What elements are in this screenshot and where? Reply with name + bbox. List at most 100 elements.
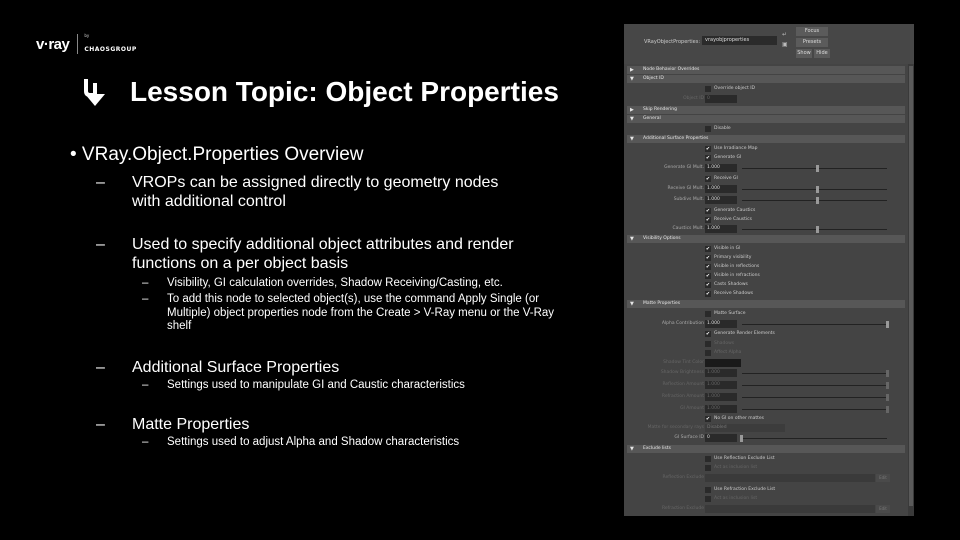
generate-render-elements-checkbox[interactable]: ✔ xyxy=(705,331,711,337)
generate-gi-checkbox[interactable]: ✔ xyxy=(705,155,711,161)
attribute-editor-panel: VRayObjectProperties: vrayobjproperties … xyxy=(624,24,914,516)
object-id-row: Object ID 0 xyxy=(624,95,904,104)
reflection-exclude-edit-button[interactable]: Edit xyxy=(876,474,890,482)
caustics-mult-row: Caustics Mult. 1.000 xyxy=(624,225,904,234)
visible-in-gi-checkbox[interactable]: ✔ xyxy=(705,246,711,252)
matte-surface-checkbox[interactable] xyxy=(705,311,711,317)
scrollbar-thumb[interactable] xyxy=(909,66,913,506)
subdivs-mult-field[interactable]: 1.000 xyxy=(705,196,737,204)
reflection-exclude-list[interactable] xyxy=(705,474,875,482)
refraction-amount-field[interactable]: 1.000 xyxy=(705,393,737,401)
reflection-amount-field[interactable]: 1.000 xyxy=(705,381,737,389)
generate-caustics-checkbox[interactable]: ✔ xyxy=(705,208,711,214)
sub-bullet-item: – To add this node to selected object(s)… xyxy=(142,293,555,332)
shadow-tint-swatch[interactable] xyxy=(705,359,741,367)
receive-shadows-checkbox[interactable]: ✔ xyxy=(705,291,711,297)
shadow-brightness-slider[interactable] xyxy=(886,370,889,377)
gi-surface-id-field[interactable]: 0 xyxy=(705,434,737,442)
bullet-item: – Used to specify additional object attr… xyxy=(96,236,514,272)
node-name-field[interactable]: vrayobjproperties xyxy=(702,36,777,45)
gi-surface-id-row: GI Surface ID 0 xyxy=(624,434,904,443)
refraction-exclude-list[interactable] xyxy=(705,505,875,513)
gi-amount-row: GI Amount 1.000 xyxy=(624,405,904,414)
visible-in-reflections-checkbox[interactable]: ✔ xyxy=(705,264,711,270)
gi-amount-field[interactable]: 1.000 xyxy=(705,405,737,413)
disable-checkbox[interactable] xyxy=(705,126,711,132)
receive-caustics-checkbox[interactable]: ✔ xyxy=(705,217,711,223)
visible-in-refractions-checkbox[interactable]: ✔ xyxy=(705,273,711,279)
primary-visibility-checkbox[interactable]: ✔ xyxy=(705,255,711,261)
caustics-mult-slider[interactable] xyxy=(816,226,819,233)
reflection-inclusion-checkbox[interactable] xyxy=(705,465,711,471)
section-matte[interactable]: ▼ Matte Properties xyxy=(627,300,905,308)
object-id-field[interactable]: 0 xyxy=(705,95,737,103)
shadow-brightness-field[interactable]: 1.000 xyxy=(705,369,737,377)
receive-gi-mult-slider[interactable] xyxy=(816,186,819,193)
bullet-item: – Matte Properties xyxy=(96,416,250,433)
focus-icon-secondary[interactable]: ▣ xyxy=(782,41,788,48)
collapsed-arrow-icon: ▶ xyxy=(630,107,634,113)
scrollbar[interactable] xyxy=(908,64,914,516)
alpha-contribution-slider[interactable] xyxy=(886,321,889,328)
receive-gi-mult-field[interactable]: 1.000 xyxy=(705,185,737,193)
generate-gi-mult-slider[interactable] xyxy=(816,165,819,172)
vray-logo-text: v·ray xyxy=(36,35,70,53)
section-additional-surface[interactable]: ▼ Additional Surface Properties xyxy=(627,135,905,143)
gi-surface-id-slider[interactable] xyxy=(740,435,743,442)
generate-gi-row: ✔ Generate GI xyxy=(705,155,742,161)
matte-secondary-rays-row: Matte for secondary rays Disabled xyxy=(624,424,904,433)
focus-button[interactable]: Focus xyxy=(796,27,828,36)
section-general[interactable]: ▼ General xyxy=(627,115,905,123)
expanded-arrow-icon: ▼ xyxy=(630,301,634,307)
presets-button[interactable]: Presets xyxy=(796,38,828,47)
reflection-amount-slider[interactable] xyxy=(886,382,889,389)
visible-in-refractions-row: ✔ Visible in refractions xyxy=(705,273,760,279)
refraction-exclude-edit-button[interactable]: Edit xyxy=(876,505,890,513)
receive-gi-checkbox[interactable]: ✔ xyxy=(705,176,711,182)
shadows-checkbox[interactable] xyxy=(705,341,711,347)
receive-gi-row: ✔ Receive GI xyxy=(705,176,738,182)
casts-shadows-checkbox[interactable]: ✔ xyxy=(705,282,711,288)
refraction-amount-slider[interactable] xyxy=(886,394,889,401)
reflection-exclude-row: Reflection Exclude Edit xyxy=(624,474,904,483)
use-refraction-exclude-checkbox[interactable] xyxy=(705,487,711,493)
use-reflection-exclude-checkbox[interactable] xyxy=(705,456,711,462)
refraction-exclude-row: Refraction Exclude Edit xyxy=(624,505,904,514)
show-button[interactable]: Show xyxy=(796,49,812,58)
section-skip-rendering[interactable]: ▶ Skip Rendering xyxy=(627,106,905,114)
use-refraction-exclude-row: Use Refraction Exclude List xyxy=(624,486,904,495)
use-reflection-exclude-row: Use Reflection Exclude List xyxy=(624,455,904,464)
expanded-arrow-icon: ▼ xyxy=(630,236,634,242)
affect-alpha-checkbox[interactable] xyxy=(705,350,711,356)
primary-visibility-row: ✔ Primary visibility xyxy=(705,255,752,261)
section-object-id[interactable]: ▼ Object ID xyxy=(627,75,905,83)
refraction-inclusion-checkbox[interactable] xyxy=(705,496,711,502)
visible-in-reflections-row: ✔ Visible in reflections xyxy=(705,264,760,270)
generate-caustics-row: ✔ Generate Caustics xyxy=(705,208,756,214)
sub-bullet-item: – Settings used to adjust Alpha and Shad… xyxy=(142,436,460,448)
collapsed-arrow-icon: ▶ xyxy=(630,67,634,73)
alpha-contribution-row: Alpha Contribution 1.000 xyxy=(624,320,904,329)
focus-icon[interactable]: ↵ xyxy=(782,31,787,38)
page-title: Lesson Topic: Object Properties xyxy=(130,76,559,107)
section-node-behavior[interactable]: ▶ Node Behavior Overrides xyxy=(627,66,905,74)
matte-secondary-rays-dropdown[interactable]: Disabled xyxy=(705,424,785,432)
generate-gi-mult-field[interactable]: 1.000 xyxy=(705,164,737,172)
subdivs-mult-slider[interactable] xyxy=(816,197,819,204)
use-irradiance-checkbox[interactable]: ✔ xyxy=(705,146,711,152)
bullet-main: • VRay.Object.Properties Overview xyxy=(70,144,364,165)
hide-button[interactable]: Hide xyxy=(814,49,830,58)
section-exclude-lists[interactable]: ▼ Exclude lists xyxy=(627,445,905,453)
bullet-item: – VROPs can be assigned directly to geom… xyxy=(96,174,499,210)
receive-caustics-row: ✔ Receive Caustics xyxy=(705,217,752,223)
reflection-inclusion-row: Act as inclusion list xyxy=(624,464,904,473)
section-visibility[interactable]: ▼ Visibility Options xyxy=(627,235,905,243)
alpha-contribution-field[interactable]: 1.000 xyxy=(705,320,737,328)
generate-render-elements-row: ✔ Generate Render Elements xyxy=(705,331,775,337)
receive-gi-mult-row: Receive GI Mult. 1.000 xyxy=(624,185,904,194)
caustics-mult-field[interactable]: 1.000 xyxy=(705,225,737,233)
expanded-arrow-icon: ▼ xyxy=(630,446,634,452)
no-gi-other-mattes-checkbox[interactable]: ✔ xyxy=(705,416,711,422)
gi-amount-slider[interactable] xyxy=(886,406,889,413)
override-object-id-checkbox[interactable] xyxy=(705,86,711,92)
